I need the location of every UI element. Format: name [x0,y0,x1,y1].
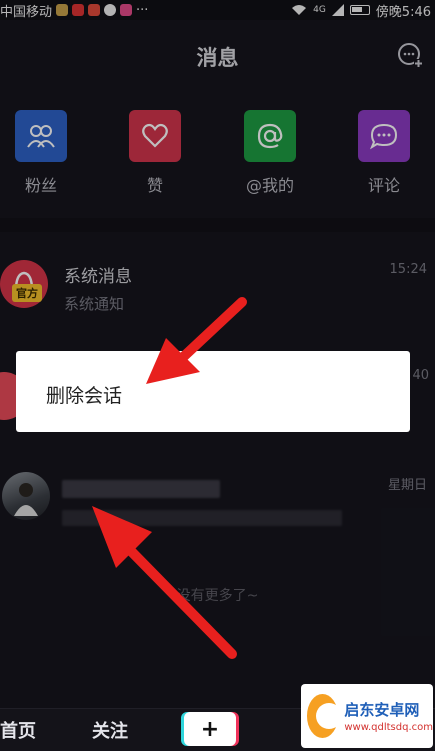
watermark-name: 启东安卓网 [344,701,420,719]
watermark-url: www.qdltsdq.com [344,722,433,733]
watermark-logo-icon [307,694,343,738]
nav-home[interactable]: 首页 [0,717,36,743]
delete-conversation-button[interactable]: 删除会话 [46,381,122,408]
watermark: 启东安卓网 www.qdltsdq.com [301,684,433,748]
create-button[interactable]: + [184,712,236,746]
nav-follow[interactable]: 关注 [92,717,128,743]
context-menu: 删除会话 [16,351,410,432]
